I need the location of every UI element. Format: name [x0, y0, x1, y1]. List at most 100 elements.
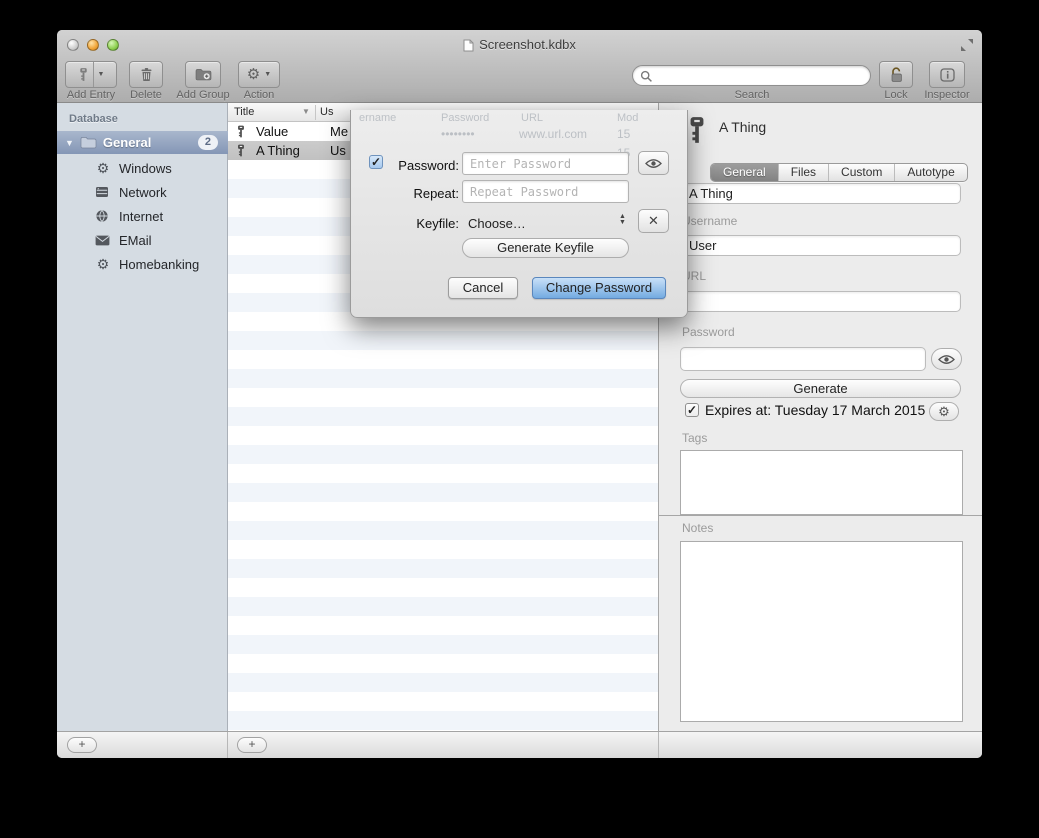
ghost-column-url: URL [521, 112, 543, 124]
ghost-column-username: ername [359, 112, 396, 124]
gear-icon: ⚙ [938, 405, 950, 418]
trash-icon [140, 67, 153, 82]
search-field[interactable] [632, 65, 871, 86]
disclosure-triangle-icon[interactable]: ▼ [65, 138, 74, 148]
column-divider[interactable] [315, 105, 316, 120]
globe-icon [95, 209, 111, 223]
repeat-password-input[interactable] [462, 180, 629, 203]
sidebar-item-label: Windows [119, 161, 172, 176]
show-password-button[interactable] [638, 151, 669, 175]
change-password-button[interactable]: Change Password [532, 277, 666, 299]
password-field[interactable] [680, 347, 926, 371]
expires-checkbox[interactable]: ✓ [685, 403, 699, 417]
eye-icon [938, 354, 955, 365]
envelope-icon [95, 235, 111, 246]
key-icon [686, 111, 708, 149]
sidebar-item-internet[interactable]: Internet [57, 205, 228, 227]
sidebar-item-label: EMail [119, 233, 152, 248]
delete-button[interactable] [129, 61, 163, 88]
entry-username: Me [330, 124, 348, 139]
repeat-label: Repeat: [359, 186, 459, 201]
column-header-username[interactable]: Us [320, 106, 333, 118]
tab-general[interactable]: General [711, 164, 778, 181]
sidebar-item-email[interactable]: EMail [57, 229, 228, 251]
key-icon [78, 67, 89, 82]
keyfile-popup[interactable]: Choose… [468, 216, 526, 231]
inspector-tabs: General Files Custom Autotype [710, 163, 968, 182]
window-title: Screenshot.kdbx [57, 37, 982, 52]
notes-textarea[interactable] [680, 541, 963, 722]
info-icon [940, 68, 955, 82]
cancel-button[interactable]: Cancel [448, 277, 518, 299]
search-icon [640, 70, 653, 83]
bottom-bar: + + [57, 731, 982, 758]
password-label: Password: [359, 158, 459, 173]
ghost-column-password: Password [441, 112, 489, 124]
sort-arrow-icon: ▼ [302, 107, 310, 116]
sidebar-group-general[interactable]: ▼ General 2 [57, 131, 228, 154]
ghost-cell-password: •••••••• [441, 127, 475, 141]
inspector-button[interactable] [929, 61, 965, 88]
generate-keyfile-button[interactable]: Generate Keyfile [462, 238, 629, 258]
url-field[interactable] [680, 291, 961, 312]
count-badge: 2 [198, 135, 218, 150]
tags-textarea[interactable] [680, 450, 963, 515]
sidebar-group-label: General [103, 135, 151, 150]
chevron-down-icon: ▼ [264, 71, 271, 78]
new-password-input[interactable] [462, 152, 629, 175]
chevron-down-icon: ▼ [98, 71, 105, 78]
gear-icon: ⚙ [95, 161, 111, 175]
stepper-icon[interactable]: ▲▼ [619, 214, 626, 226]
document-icon [463, 39, 474, 52]
tab-custom[interactable]: Custom [828, 164, 894, 181]
expires-label: Expires at: Tuesday 17 March 2015 [705, 402, 925, 418]
folder-plus-icon [195, 68, 212, 81]
unlock-icon [889, 67, 904, 83]
sidebar-section-header: Database [69, 113, 118, 125]
change-password-sheet: ername Password URL Mod •••••••• www.url… [350, 110, 688, 318]
sidebar-item-network[interactable]: Network [57, 181, 228, 203]
expires-settings-button[interactable]: ⚙ [929, 402, 959, 421]
generate-password-button[interactable]: Generate [680, 379, 961, 398]
show-password-button[interactable] [931, 348, 962, 370]
key-icon [236, 143, 246, 158]
clear-keyfile-button[interactable]: ✕ [638, 209, 669, 233]
add-group-footer-button[interactable]: + [67, 737, 97, 753]
sidebar: Database ▼ General 2 ⚙ Windows Network I… [57, 103, 228, 731]
app-window: Screenshot.kdbx ▼ Add Entry Delete Add G… [57, 30, 982, 758]
search-label: Search [712, 89, 792, 101]
sidebar-item-windows[interactable]: ⚙ Windows [57, 157, 228, 179]
sidebar-item-label: Homebanking [119, 257, 199, 272]
ghost-cell-url: www.url.com [519, 127, 587, 141]
fullscreen-icon[interactable] [960, 38, 974, 52]
tab-files[interactable]: Files [778, 164, 828, 181]
sidebar-item-homebanking[interactable]: ⚙ Homebanking [57, 253, 228, 275]
title-field[interactable] [680, 183, 961, 204]
password-label: Password [682, 325, 735, 339]
segment-divider [93, 62, 94, 87]
inspector-entry-title: A Thing [719, 119, 766, 135]
key-icon [236, 124, 246, 139]
add-entry-footer-button[interactable]: + [237, 737, 267, 753]
sidebar-item-label: Internet [119, 209, 163, 224]
gear-icon: ⚙ [247, 67, 260, 82]
entry-username: Us [330, 143, 346, 158]
action-button[interactable]: ⚙ ▼ [238, 61, 280, 88]
folder-icon [80, 136, 97, 149]
section-divider [659, 515, 982, 516]
title-toolbar: Screenshot.kdbx ▼ Add Entry Delete Add G… [57, 30, 982, 103]
tags-label: Tags [682, 431, 707, 445]
sidebar-item-label: Network [119, 185, 167, 200]
action-label: Action [225, 89, 293, 101]
tab-autotype[interactable]: Autotype [894, 164, 966, 181]
keyfile-label: Keyfile: [359, 216, 459, 231]
username-field[interactable] [680, 235, 961, 256]
lock-button[interactable] [879, 61, 913, 88]
add-group-button[interactable] [185, 61, 221, 88]
column-header-title[interactable]: Title [234, 106, 254, 118]
eye-icon [645, 158, 662, 169]
search-input[interactable] [657, 67, 862, 84]
expires-row: ✓ Expires at: Tuesday 17 March 2015 [685, 402, 925, 418]
footer-divider [227, 732, 228, 758]
add-entry-button[interactable]: ▼ [65, 61, 117, 88]
